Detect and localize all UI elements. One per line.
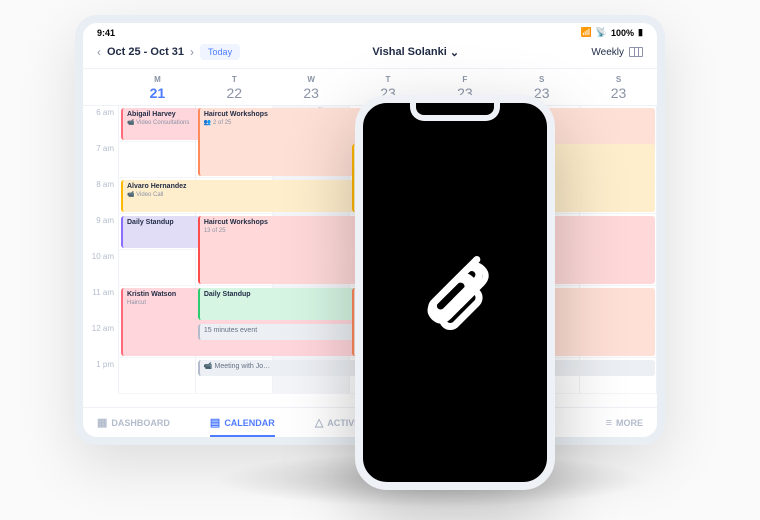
day-column-header[interactable]: W23 xyxy=(273,69,350,105)
dashboard-icon: ▦ xyxy=(97,416,107,429)
clock: 9:41 xyxy=(97,28,115,38)
bell-icon: △ xyxy=(315,416,323,429)
time-label: 7 am xyxy=(83,142,119,178)
time-label: 8 am xyxy=(83,178,119,214)
day-column-header[interactable]: T22 xyxy=(196,69,273,105)
grid-slot[interactable] xyxy=(119,250,196,286)
time-label: 6 am xyxy=(83,106,119,142)
wifi-icon: 📡 xyxy=(596,27,607,38)
battery-percent: 100% xyxy=(611,28,634,38)
date-range[interactable]: Oct 25 - Oct 31 xyxy=(107,46,184,58)
nav-calendar[interactable]: ▤ CALENDAR xyxy=(210,416,275,429)
time-label: 1 pm xyxy=(83,358,119,394)
view-label: Weekly xyxy=(591,47,624,58)
today-button[interactable]: Today xyxy=(200,44,240,60)
time-label: 9 am xyxy=(83,214,119,250)
day-column-header[interactable]: S23 xyxy=(580,69,657,105)
dow-label: T xyxy=(350,75,427,84)
next-week-button[interactable]: › xyxy=(190,45,194,59)
dow-label: F xyxy=(426,75,503,84)
phone-notch xyxy=(410,103,500,121)
calendar-header: ‹ Oct 25 - Oct 31 › Today Vishal Solanki… xyxy=(83,38,657,69)
nav-label: MORE xyxy=(616,418,643,428)
user-selector[interactable]: Vishal Solanki ⌄ xyxy=(372,46,459,59)
dom-label: 22 xyxy=(196,85,273,101)
squarespace-logo-icon xyxy=(416,254,494,332)
view-selector[interactable]: Weekly xyxy=(591,47,643,58)
grid-slot[interactable] xyxy=(119,358,196,394)
columns-icon xyxy=(629,47,643,57)
grid-slot[interactable] xyxy=(119,142,196,178)
prev-week-button[interactable]: ‹ xyxy=(97,45,101,59)
status-bar: 9:41 📶 📡 100% ▮ xyxy=(83,23,657,38)
nav-label: CALENDAR xyxy=(224,418,275,428)
nav-more[interactable]: ≡ MORE xyxy=(606,417,643,429)
day-column-header[interactable]: M21 xyxy=(119,69,196,105)
time-label: 12 am xyxy=(83,322,119,358)
signal-icon: 📶 xyxy=(581,27,592,38)
dow-label: W xyxy=(273,75,350,84)
nav-dashboard[interactable]: ▦ DASHBOARD xyxy=(97,416,170,429)
dom-label: 23 xyxy=(273,85,350,101)
dom-label: 21 xyxy=(119,85,196,101)
battery-icon: ▮ xyxy=(638,27,643,38)
dow-label: T xyxy=(196,75,273,84)
dow-label: S xyxy=(503,75,580,84)
time-label: 10 am xyxy=(83,250,119,286)
calendar-icon: ▤ xyxy=(210,416,220,429)
phone-device xyxy=(355,95,555,490)
chevron-down-icon: ⌄ xyxy=(450,46,459,59)
time-label: 11 am xyxy=(83,286,119,322)
dom-label: 23 xyxy=(580,85,657,101)
user-name: Vishal Solanki xyxy=(372,46,446,58)
nav-label: DASHBOARD xyxy=(111,418,170,428)
menu-icon: ≡ xyxy=(606,417,612,429)
dow-label: M xyxy=(119,75,196,84)
dow-label: S xyxy=(580,75,657,84)
